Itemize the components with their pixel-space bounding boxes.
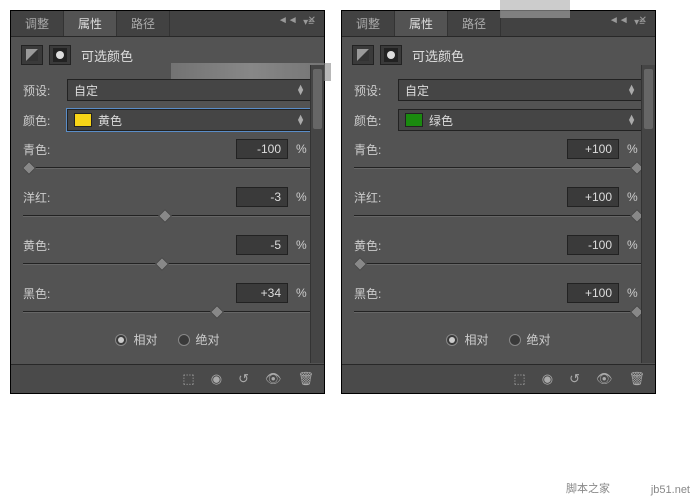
tab-paths[interactable]: 路径 [448,11,501,36]
view-previous-icon[interactable]: ◉ [542,371,553,387]
reset-icon[interactable]: ↺ [569,371,580,387]
cyan-value[interactable] [567,139,619,159]
cyan-label: 青色: [23,141,63,158]
tab-adjust[interactable]: 调整 [342,11,395,36]
selective-color-panel-right: ◄◄ ✕ 调整 属性 路径 ▾≡ 可选颜色 预设: 自定 ▲▼ 颜色: [341,10,656,394]
cyan-slider[interactable] [354,161,643,175]
preset-label: 预设: [354,82,390,99]
color-swatch [405,113,423,127]
black-value[interactable] [567,283,619,303]
watermark-name: 脚本之家 [566,480,610,496]
yellow-label: 黄色: [23,237,63,254]
mask-icon[interactable] [380,45,402,65]
black-label: 黑色: [23,285,63,302]
dropdown-arrows-icon: ▲▼ [627,115,636,125]
reset-icon[interactable]: ↺ [238,371,249,387]
dropdown-arrows-icon: ▲▼ [296,85,305,95]
magenta-slider[interactable] [354,209,643,223]
decorative-scribble [500,0,570,18]
adjustment-title: 可选颜色 [81,46,133,65]
color-name: 绿色 [429,112,453,129]
color-name: 黄色 [98,112,122,129]
selective-color-panel-left: ◄◄ ✕ 调整 属性 路径 ▾≡ 可选颜色 预设: 自定 ▲▼ 颜色: [10,10,325,394]
clip-icon[interactable]: ⬚ [182,371,194,387]
collapse-icon[interactable]: ◄◄ [609,15,629,26]
trash-icon[interactable]: 🗑 [628,371,645,387]
color-label: 颜色: [23,112,59,129]
scrollbar[interactable] [310,65,324,363]
preset-label: 预设: [23,82,59,99]
tab-properties[interactable]: 属性 [395,11,448,36]
tab-adjust[interactable]: 调整 [11,11,64,36]
magenta-value[interactable] [236,187,288,207]
view-previous-icon[interactable]: ◉ [211,371,222,387]
black-label: 黑色: [354,285,394,302]
close-icon[interactable]: ✕ [308,15,316,26]
tab-properties[interactable]: 属性 [64,11,117,36]
clip-icon[interactable]: ⬚ [513,371,525,387]
yellow-value[interactable] [567,235,619,255]
radio-absolute[interactable]: 绝对 [509,331,551,348]
cyan-value[interactable] [236,139,288,159]
panel-footer: ⬚ ◉ ↺ 👁 🗑 [11,364,324,393]
watermark-site: jb51.net [651,484,690,496]
color-label: 颜色: [354,112,390,129]
adjustment-icon [21,45,43,65]
adjustment-title: 可选颜色 [412,46,464,65]
cyan-label: 青色: [354,141,394,158]
adjustment-icon [352,45,374,65]
magenta-label: 洋红: [23,189,63,206]
black-value[interactable] [236,283,288,303]
color-select[interactable]: 绿色 ▲▼ [398,109,643,131]
visibility-icon[interactable]: 👁 [596,371,613,387]
preset-value: 自定 [74,82,98,99]
dropdown-arrows-icon: ▲▼ [296,115,305,125]
radio-relative[interactable]: 相对 [115,331,157,348]
yellow-label: 黄色: [354,237,394,254]
collapse-icon[interactable]: ◄◄ [278,15,298,26]
mask-icon[interactable] [49,45,71,65]
preset-value: 自定 [405,82,429,99]
panel-footer: ⬚ ◉ ↺ 👁 🗑 [342,364,655,393]
tab-paths[interactable]: 路径 [117,11,170,36]
yellow-slider[interactable] [23,257,312,271]
dropdown-arrows-icon: ▲▼ [627,85,636,95]
magenta-label: 洋红: [354,189,394,206]
yellow-slider[interactable] [354,257,643,271]
color-select[interactable]: 黄色 ▲▼ [67,109,312,131]
radio-relative[interactable]: 相对 [446,331,488,348]
visibility-icon[interactable]: 👁 [265,371,282,387]
radio-absolute[interactable]: 绝对 [178,331,220,348]
yellow-value[interactable] [236,235,288,255]
scrollbar[interactable] [641,65,655,363]
close-icon[interactable]: ✕ [639,15,647,26]
preset-select[interactable]: 自定 ▲▼ [398,79,643,101]
trash-icon[interactable]: 🗑 [297,371,314,387]
preset-select[interactable]: 自定 ▲▼ [67,79,312,101]
black-slider[interactable] [23,305,312,319]
cyan-slider[interactable] [23,161,312,175]
black-slider[interactable] [354,305,643,319]
color-swatch [74,113,92,127]
magenta-slider[interactable] [23,209,312,223]
magenta-value[interactable] [567,187,619,207]
